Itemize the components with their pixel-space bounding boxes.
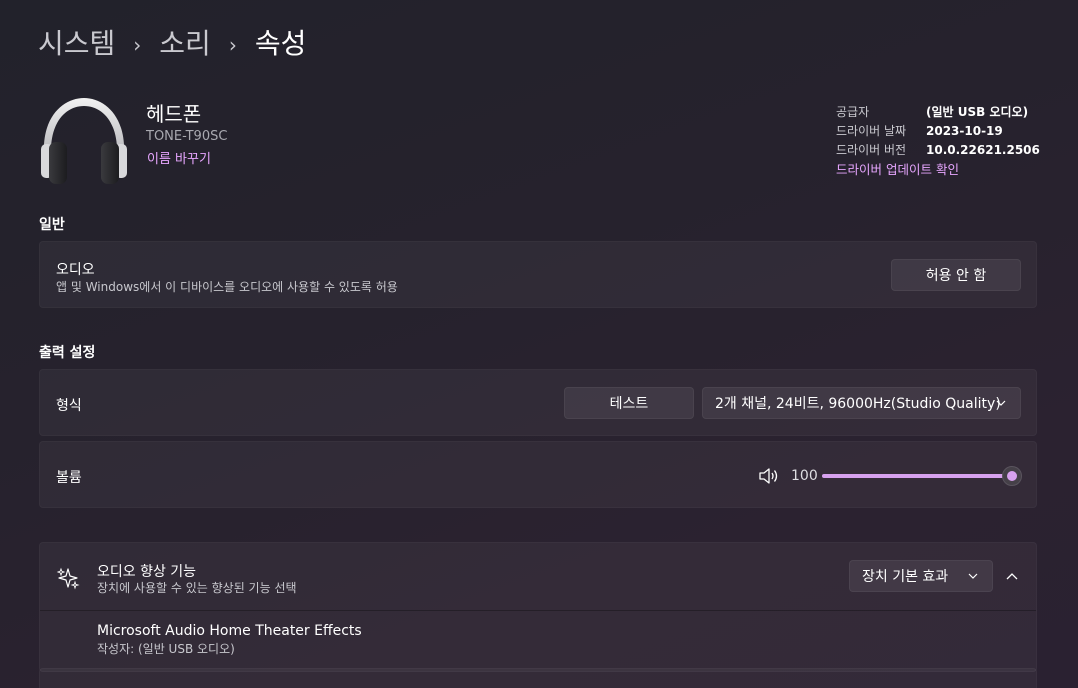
speaker-icon[interactable] — [758, 466, 780, 486]
vendor-value: (일반 USB 오디오) — [926, 105, 1029, 119]
breadcrumb-sound[interactable]: 소리 — [159, 24, 211, 64]
audio-allow-card: 오디오 앱 및 Windows에서 이 디바이스를 오디오에 사용할 수 있도록… — [39, 241, 1037, 308]
section-title-general: 일반 — [39, 217, 65, 233]
format-dropdown[interactable]: 2개 채널, 24비트, 96000Hz(Studio Quality) — [702, 387, 1021, 419]
volume-slider-track[interactable] — [822, 474, 1012, 478]
format-dropdown-value: 2개 채널, 24비트, 96000Hz(Studio Quality) — [715, 396, 1001, 412]
breadcrumb: 시스템 › 소리 › 속성 — [38, 24, 306, 64]
volume-card: 볼륨 100 — [39, 441, 1037, 508]
next-setting-card — [39, 668, 1037, 688]
page-title: 속성 — [254, 27, 307, 60]
volume-value: 100 — [791, 468, 818, 484]
disallow-button[interactable]: 허용 안 함 — [891, 259, 1021, 291]
info-row-version: 드라이버 버전 10.0.22621.2506 — [836, 141, 1040, 160]
volume-slider-thumb-inner — [1007, 471, 1017, 481]
breadcrumb-separator: › — [133, 33, 142, 57]
volume-label: 볼륨 — [56, 470, 82, 486]
enhance-dropdown[interactable]: 장치 기본 효과 — [849, 560, 993, 592]
driver-date-label: 드라이버 날짜 — [836, 124, 907, 138]
audio-enhancements-card: 오디오 향상 기능 장치에 사용할 수 있는 향상된 기능 선택 장치 기본 효… — [39, 542, 1037, 672]
audio-title: 오디오 — [56, 262, 95, 278]
chevron-down-icon — [968, 573, 978, 579]
enhance-dropdown-value: 장치 기본 효과 — [862, 569, 949, 585]
divider — [40, 610, 1036, 611]
enhance-subtitle: 장치에 사용할 수 있는 향상된 기능 선택 — [97, 581, 297, 595]
format-label: 형식 — [56, 398, 82, 414]
info-row-date: 드라이버 날짜 2023-10-19 — [836, 122, 1040, 141]
device-model: TONE-T90SC — [146, 129, 228, 144]
rename-link[interactable]: 이름 바꾸기 — [147, 148, 211, 167]
effect-author: 작성자: (일반 USB 오디오) — [97, 642, 235, 656]
driver-version-label: 드라이버 버전 — [836, 143, 907, 157]
chevron-down-icon — [996, 400, 1006, 406]
device-name: 헤드폰 — [146, 102, 202, 126]
sparkle-icon — [56, 567, 80, 590]
test-button[interactable]: 테스트 — [564, 387, 694, 419]
chevron-up-icon[interactable] — [1004, 569, 1020, 585]
headphone-icon — [41, 98, 127, 184]
driver-info: 공급자 (일반 USB 오디오) 드라이버 날짜 2023-10-19 드라이버… — [836, 103, 1040, 180]
section-title-output: 출력 설정 — [39, 345, 96, 361]
driver-date-value: 2023-10-19 — [926, 124, 1003, 138]
enhance-title: 오디오 향상 기능 — [97, 564, 197, 580]
info-row-vendor: 공급자 (일반 USB 오디오) — [836, 103, 1040, 122]
driver-update-link[interactable]: 드라이버 업데이트 확인 — [836, 160, 1040, 180]
format-card: 형식 테스트 2개 채널, 24비트, 96000Hz(Studio Quali… — [39, 369, 1037, 436]
vendor-label: 공급자 — [836, 105, 870, 119]
audio-subtitle: 앱 및 Windows에서 이 디바이스를 오디오에 사용할 수 있도록 허용 — [56, 280, 398, 294]
breadcrumb-separator: › — [228, 33, 237, 57]
volume-slider-thumb[interactable] — [1002, 466, 1022, 486]
effect-name: Microsoft Audio Home Theater Effects — [97, 623, 362, 639]
breadcrumb-system[interactable]: 시스템 — [38, 24, 115, 64]
driver-version-value: 10.0.22621.2506 — [926, 143, 1040, 157]
